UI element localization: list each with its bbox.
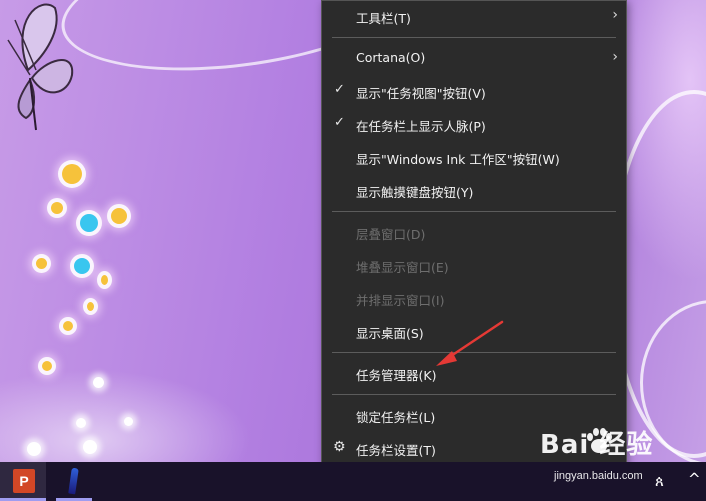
menu-item-label: 显示"任务视图"按钮(V) [356,86,486,101]
menu-item-cortana[interactable]: Cortana(O) › [322,45,626,73]
watermark-url: jingyan.baidu.com [554,470,643,482]
bokeh-dot [62,164,82,184]
menu-item-label: 堆叠显示窗口(E) [356,260,449,275]
taskbar-context-menu: 工具栏(T) › Cortana(O) › ✓ 显示"任务视图"按钮(V) ✓ … [321,0,627,472]
menu-item-show-touch-keyboard[interactable]: 显示触摸键盘按钮(Y) [322,177,626,205]
bokeh-dot [80,214,98,232]
menu-item-label: 显示桌面(S) [356,326,424,341]
bokeh-dot [101,275,108,285]
bokeh-dot [74,258,90,274]
powerpoint-icon: P [13,469,35,493]
bokeh-dot [42,361,52,371]
bokeh-dot [36,258,47,269]
menu-item-label: 工具栏(T) [356,11,411,26]
menu-separator [332,394,616,395]
bokeh-dot [27,442,41,456]
menu-separator [332,211,616,212]
menu-separator [332,37,616,38]
gear-icon: ⚙ [333,439,346,455]
menu-item-cascade-windows: 层叠窗口(D) [322,219,626,247]
baidu-paw-icon [587,428,612,453]
bokeh-dot [87,302,94,311]
taskbar-app-powerpoint[interactable]: P [0,462,46,501]
pen-icon [68,467,79,495]
bokeh-dot [76,418,86,428]
submenu-arrow-icon: › [612,49,618,65]
annotation-arrow [436,320,504,366]
menu-item-label: 显示触摸键盘按钮(Y) [356,185,474,200]
menu-item-show-task-view-button[interactable]: ✓ 显示"任务视图"按钮(V) [322,78,626,106]
menu-item-label: 显示"Windows Ink 工作区"按钮(W) [356,152,560,167]
menu-item-stack-windows: 堆叠显示窗口(E) [322,252,626,280]
bokeh-dot [83,440,97,454]
checkmark-icon: ✓ [334,115,345,130]
menu-item-label: 锁定任务栏(L) [356,410,436,425]
menu-item-show-windows-ink[interactable]: 显示"Windows Ink 工作区"按钮(W) [322,144,626,172]
bokeh-dot [124,417,133,426]
menu-item-label: 任务管理器(K) [356,368,437,383]
menu-item-show-people[interactable]: ✓ 在任务栏上显示人脉(P) [322,111,626,139]
submenu-arrow-icon: › [612,7,618,23]
menu-item-label: 任务栏设置(T) [356,443,436,458]
menu-item-label: 层叠窗口(D) [356,227,426,242]
menu-item-label: 并排显示窗口(I) [356,293,445,308]
menu-item-toolbars[interactable]: 工具栏(T) › [322,3,626,31]
checkmark-icon: ✓ [334,82,345,97]
menu-item-label: 在任务栏上显示人脉(P) [356,119,486,134]
bokeh-dot [51,202,63,214]
menu-item-side-by-side-windows: 并排显示窗口(I) [322,285,626,313]
butterfly-decoration [7,3,74,131]
baidu-watermark: Bai 经验 jingyan.baidu.com [540,424,706,501]
bokeh-dot [63,321,73,331]
menu-item-label: Cortana(O) [356,50,426,65]
bokeh-dot [111,208,127,224]
taskbar-app-pen[interactable] [56,462,92,501]
bokeh-dot [93,377,104,388]
